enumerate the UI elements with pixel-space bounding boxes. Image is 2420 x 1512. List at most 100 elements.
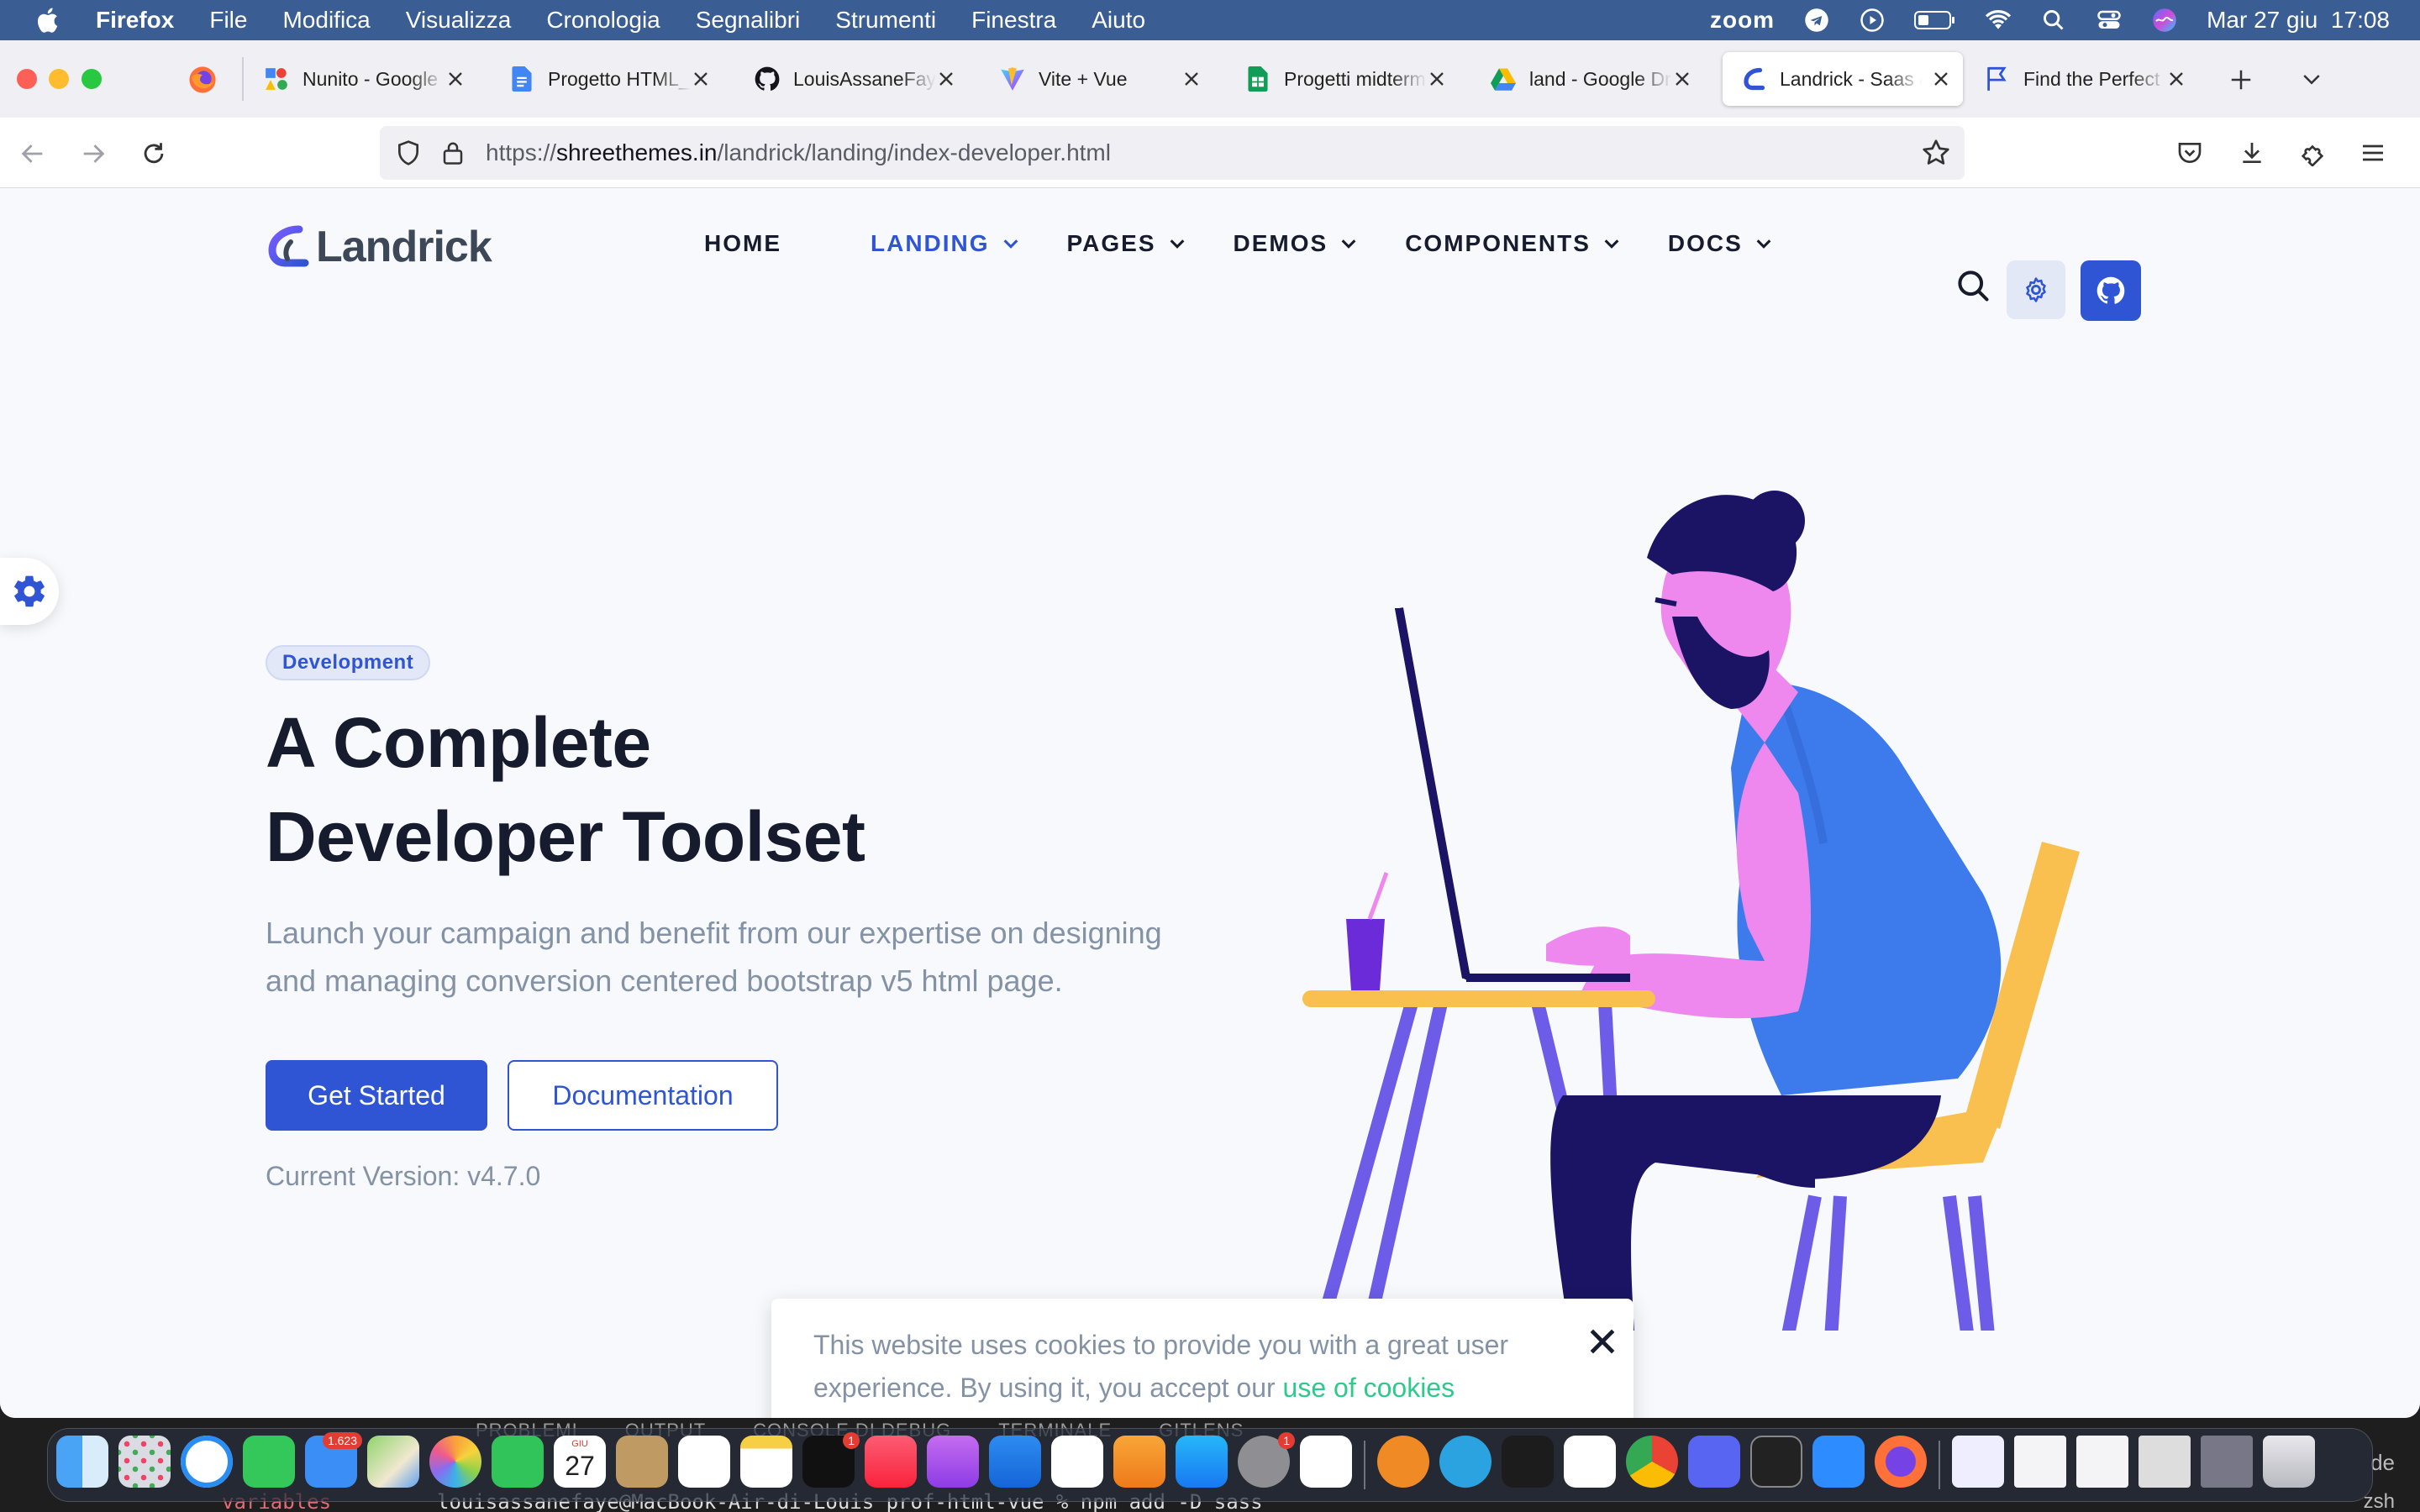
- contacts-icon[interactable]: [616, 1436, 668, 1488]
- menu-segnalibri[interactable]: Segnalibri: [696, 7, 801, 34]
- control-center-icon[interactable]: [2096, 7, 2123, 34]
- window-close-button[interactable]: [17, 69, 37, 89]
- close-tab-icon[interactable]: [1929, 67, 1953, 91]
- new-tab-icon[interactable]: [2228, 67, 2254, 92]
- landrick-logo[interactable]: Landrick: [266, 222, 492, 272]
- menu-file[interactable]: File: [209, 7, 247, 34]
- tab-vite-vue[interactable]: Vite + Vue: [981, 52, 1213, 106]
- extensions-puzzle-icon[interactable]: [2299, 139, 2326, 166]
- close-tab-icon[interactable]: [444, 67, 467, 91]
- back-arrow-icon[interactable]: [18, 139, 47, 168]
- discord-icon[interactable]: [1688, 1436, 1740, 1488]
- firefox-view-button[interactable]: [188, 66, 217, 94]
- spotlight-search-icon[interactable]: [2040, 7, 2067, 34]
- app-store-icon[interactable]: [1176, 1436, 1228, 1488]
- trash-icon[interactable]: [2263, 1436, 2315, 1488]
- menu-aiuto[interactable]: Aiuto: [1092, 7, 1145, 34]
- apple-tv-icon[interactable]: 1: [802, 1432, 860, 1488]
- play-status-icon[interactable]: [1859, 7, 1886, 34]
- apple-menu-icon[interactable]: [34, 5, 64, 35]
- music-icon[interactable]: [865, 1436, 917, 1488]
- tab-find-the-perfect[interactable]: Find the Perfect: [1966, 52, 2198, 106]
- keynote-icon[interactable]: [989, 1436, 1041, 1488]
- menu-finestra[interactable]: Finestra: [971, 7, 1056, 34]
- github-button[interactable]: [2081, 260, 2141, 321]
- tab-progetti-midterm[interactable]: Progetti midterm: [1227, 52, 1459, 106]
- html-file-icon[interactable]: [2076, 1436, 2128, 1488]
- reload-icon[interactable]: [139, 139, 168, 168]
- close-tab-icon[interactable]: [1425, 67, 1449, 91]
- window-zoom-button[interactable]: [82, 69, 102, 89]
- list-all-tabs-chevron-down-icon[interactable]: [2299, 67, 2324, 92]
- close-tab-icon[interactable]: [2165, 67, 2188, 91]
- zoom-icon[interactable]: [1812, 1436, 1865, 1488]
- menu-firefox[interactable]: Firefox: [96, 7, 174, 34]
- activity-monitor-icon[interactable]: [1502, 1436, 1554, 1488]
- chrome-icon[interactable]: [1626, 1436, 1678, 1488]
- system-settings-icon[interactable]: 1: [1238, 1432, 1295, 1488]
- maps-icon[interactable]: [367, 1436, 419, 1488]
- launchpad-icon[interactable]: [118, 1436, 171, 1488]
- window-minimize-button[interactable]: [49, 69, 69, 89]
- nav-landing[interactable]: LANDING: [871, 230, 1020, 257]
- pocket-icon[interactable]: [2176, 139, 2203, 166]
- calendar-icon[interactable]: GIU 27: [554, 1436, 606, 1488]
- close-tab-icon[interactable]: [689, 67, 713, 91]
- telegram-icon[interactable]: [1439, 1436, 1491, 1488]
- theme-switcher-toggle[interactable]: [0, 558, 59, 625]
- nav-demos[interactable]: DEMOS: [1234, 230, 1359, 257]
- vscode-icon[interactable]: [1300, 1436, 1352, 1488]
- get-started-button[interactable]: Get Started: [266, 1060, 487, 1131]
- screenshot-thumbnail-icon[interactable]: [2201, 1436, 2253, 1488]
- tracking-protection-shield-icon[interactable]: [395, 139, 422, 166]
- menu-cronologia[interactable]: Cronologia: [546, 7, 660, 34]
- photos-icon[interactable]: [429, 1436, 481, 1488]
- address-bar[interactable]: https://shreethemes.in/landrick/landing/…: [380, 126, 1965, 180]
- firefox-dock-icon[interactable]: [1875, 1436, 1927, 1488]
- zoom-status-item[interactable]: zoom: [1710, 7, 1775, 34]
- slack-icon[interactable]: [1564, 1436, 1616, 1488]
- nav-docs[interactable]: DOCS: [1668, 230, 1773, 257]
- close-tab-icon[interactable]: [1180, 67, 1203, 91]
- forward-arrow-icon[interactable]: [79, 139, 108, 168]
- html-file-icon[interactable]: [2014, 1436, 2066, 1488]
- tab-github-louisassanefaye[interactable]: LouisAssaneFaye: [736, 52, 968, 106]
- documentation-button[interactable]: Documentation: [508, 1060, 778, 1131]
- finder-icon[interactable]: [56, 1436, 108, 1488]
- numbers-icon[interactable]: [1051, 1436, 1103, 1488]
- nav-home[interactable]: HOME: [704, 230, 781, 257]
- url-text[interactable]: https://shreethemes.in/landrick/landing/…: [486, 126, 1111, 180]
- lock-icon[interactable]: [440, 139, 466, 166]
- tab-progetto-html[interactable]: Progetto HTML_V: [491, 52, 723, 106]
- tab-nunito-google-fonts[interactable]: Nunito - Google F: [245, 52, 477, 106]
- hamburger-menu-icon[interactable]: [2360, 139, 2386, 166]
- pages-icon[interactable]: [1113, 1436, 1165, 1488]
- notes-icon[interactable]: [740, 1436, 792, 1488]
- menu-modifica[interactable]: Modifica: [282, 7, 370, 34]
- screenshot-thumbnail-icon[interactable]: [2139, 1436, 2191, 1488]
- battery-icon[interactable]: [1914, 7, 1956, 34]
- tab-land-google-drive[interactable]: land - Google Dri: [1472, 52, 1704, 106]
- site-search-icon[interactable]: [1954, 267, 1991, 304]
- nav-components[interactable]: COMPONENTS: [1405, 230, 1621, 257]
- downloads-icon[interactable]: [2238, 139, 2265, 166]
- bookmark-star-icon[interactable]: [1921, 138, 1951, 168]
- nav-pages[interactable]: PAGES: [1067, 230, 1186, 257]
- podcasts-icon[interactable]: [927, 1436, 979, 1488]
- use-of-cookies-link[interactable]: use of cookies: [1283, 1373, 1455, 1403]
- messages-icon[interactable]: [243, 1436, 295, 1488]
- menu-strumenti[interactable]: Strumenti: [835, 7, 936, 34]
- menu-visualizza[interactable]: Visualizza: [406, 7, 512, 34]
- close-tab-icon[interactable]: [934, 67, 958, 91]
- telegram-status-icon[interactable]: [1803, 7, 1830, 34]
- close-cookie-banner-icon[interactable]: [1586, 1326, 1618, 1357]
- infuse-icon[interactable]: [1377, 1436, 1429, 1488]
- mail-icon[interactable]: 1.623: [305, 1432, 362, 1488]
- terminal-icon[interactable]: [1750, 1436, 1802, 1488]
- reminders-icon[interactable]: [678, 1436, 730, 1488]
- clock[interactable]: Mar 27 giu 17:08: [2207, 7, 2390, 34]
- wifi-icon[interactable]: [1985, 7, 2012, 34]
- tab-landrick-active[interactable]: Landrick - Saas &: [1723, 52, 1963, 106]
- siri-icon[interactable]: [2151, 7, 2178, 34]
- facetime-icon[interactable]: [492, 1436, 544, 1488]
